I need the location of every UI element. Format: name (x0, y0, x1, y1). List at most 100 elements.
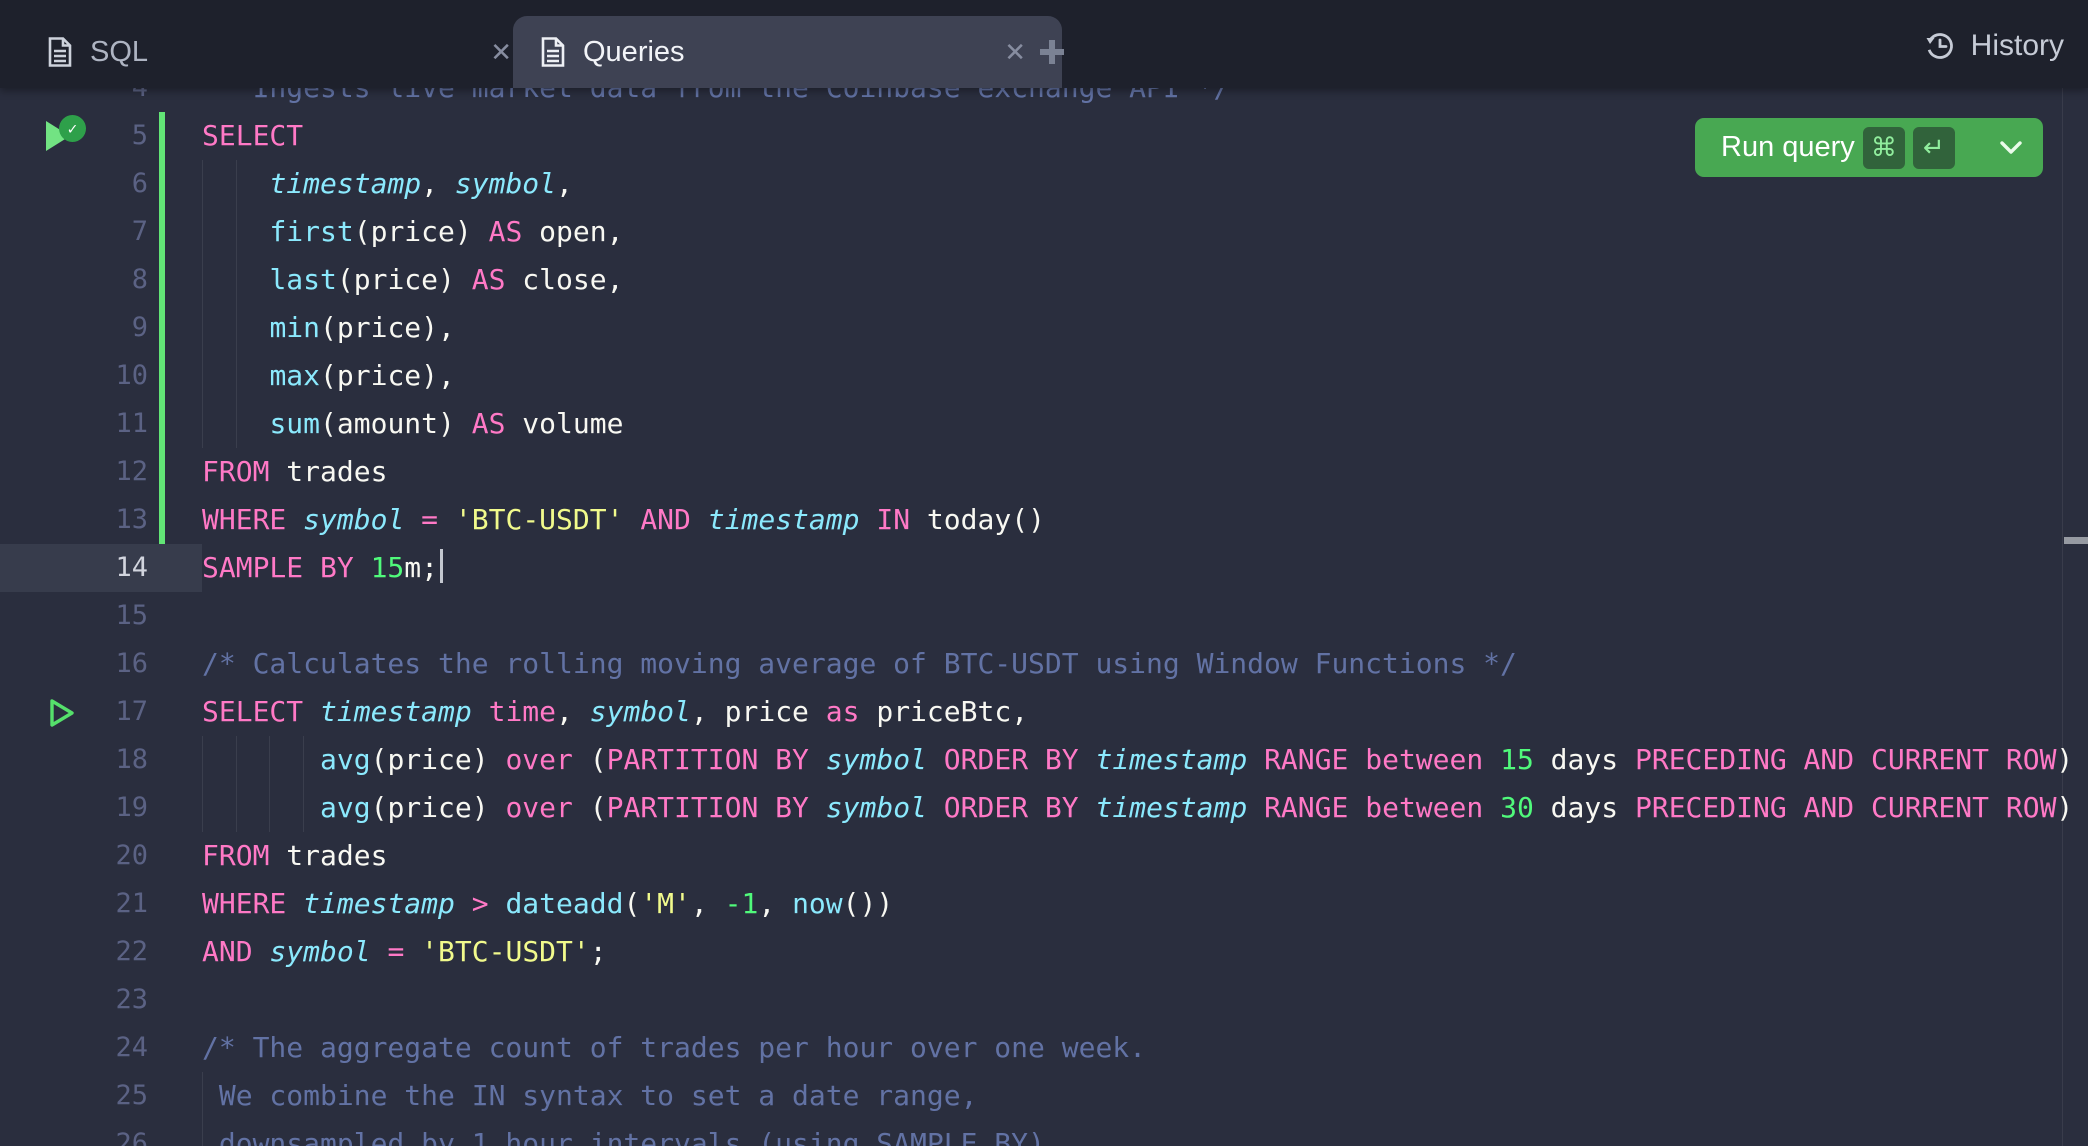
indent-guide (202, 400, 203, 448)
code-line-10[interactable]: 10 max(price), (0, 352, 2088, 400)
line-number: 17 (0, 688, 148, 736)
line-number: 20 (0, 832, 148, 880)
line-number: 9 (0, 304, 148, 352)
line-number: 8 (0, 256, 148, 304)
line-number: 11 (0, 400, 148, 448)
line-number: 7 (0, 208, 148, 256)
run-query-label: Run query (1721, 131, 1855, 164)
code-text: last(price) AS close, (202, 256, 623, 304)
line-number: 12 (0, 448, 148, 496)
code-text: SELECT timestamp time, symbol, price as … (202, 688, 1028, 736)
indent-guide (269, 736, 270, 784)
plus-icon (1039, 39, 1065, 65)
code-text: avg(price) over (PARTITION BY symbol ORD… (202, 784, 2073, 832)
code-line-12[interactable]: 12 FROM trades (0, 448, 2088, 496)
line-number: 13 (0, 496, 148, 544)
document-icon (48, 37, 72, 67)
code-text: SELECT (202, 112, 303, 160)
history-button[interactable]: History (1923, 24, 2064, 68)
line-number: 15 (0, 592, 148, 640)
indent-guide (202, 1120, 203, 1146)
indent-guide (236, 784, 237, 832)
questdb-console: 4 Ingests live market data from the Coin… (0, 0, 2088, 1146)
code-line-9[interactable]: 9 min(price), (0, 304, 2088, 352)
code-text: downsampled by 1 hour intervals (using S… (202, 1120, 1045, 1146)
indent-guide (202, 352, 203, 400)
history-icon (1923, 29, 1957, 63)
tab-queries[interactable]: Queries ✕ (513, 16, 1062, 88)
code-line-26[interactable]: 26 downsampled by 1 hour intervals (usin… (0, 1120, 2088, 1146)
indent-guide (236, 208, 237, 256)
chevron-down-icon[interactable] (1999, 141, 2023, 155)
code-line-22[interactable]: 22 AND symbol = 'BTC-USDT'; (0, 928, 2088, 976)
code-text: timestamp, symbol, (202, 160, 573, 208)
indent-guide (236, 400, 237, 448)
line-number: 5 (0, 112, 148, 160)
code-text: FROM trades (202, 448, 387, 496)
line-number: 19 (0, 784, 148, 832)
line-number: 22 (0, 928, 148, 976)
indent-guide (303, 736, 304, 784)
tab-label: SQL (90, 36, 148, 69)
indent-guide (202, 736, 203, 784)
code-line-14[interactable]: 14 SAMPLE BY 15m; (0, 544, 2088, 592)
code-text: /* The aggregate count of trades per hou… (202, 1024, 1146, 1072)
code-line-24[interactable]: 24 /* The aggregate count of trades per h… (0, 1024, 2088, 1072)
line-number: 23 (0, 976, 148, 1024)
line-number: 21 (0, 880, 148, 928)
enter-key-badge: ↵ (1913, 127, 1955, 169)
cmd-key-badge: ⌘ (1863, 127, 1905, 169)
line-number: 25 (0, 1072, 148, 1120)
code-text: WHERE symbol = 'BTC-USDT' AND timestamp … (202, 496, 1045, 544)
indent-guide (202, 304, 203, 352)
new-tab-button[interactable] (1028, 28, 1076, 76)
indent-guide (202, 1072, 203, 1120)
code-line-8[interactable]: 8 last(price) AS close, (0, 256, 2088, 304)
code-text: /* Calculates the rolling moving average… (202, 640, 1517, 688)
tab-sql[interactable]: SQL ✕ (28, 16, 540, 88)
indent-guide (202, 160, 203, 208)
code-line-19[interactable]: 19 avg(price) over (PARTITION BY symbol … (0, 784, 2088, 832)
code-text: first(price) AS open, (202, 208, 623, 256)
indent-guide (202, 256, 203, 304)
code-text: SAMPLE BY 15m; (202, 544, 443, 592)
run-query-button[interactable]: Run query ⌘ ↵ (1695, 118, 2043, 177)
scrollbar-thumb[interactable] (2064, 537, 2088, 544)
indent-guide (236, 736, 237, 784)
line-number: 26 (0, 1120, 148, 1146)
line-number: 6 (0, 160, 148, 208)
indent-guide (202, 208, 203, 256)
code-line-7[interactable]: 7 first(price) AS open, (0, 208, 2088, 256)
text-cursor (440, 549, 443, 583)
line-number: 14 (0, 544, 148, 592)
code-line-20[interactable]: 20 FROM trades (0, 832, 2088, 880)
line-number: 18 (0, 736, 148, 784)
code-line-25[interactable]: 25 We combine the IN syntax to set a dat… (0, 1072, 2088, 1120)
code-line-16[interactable]: 16 /* Calculates the rolling moving avera… (0, 640, 2088, 688)
line-number: 24 (0, 1024, 148, 1072)
code-line-18[interactable]: 18 avg(price) over (PARTITION BY symbol … (0, 736, 2088, 784)
tab-label: Queries (583, 36, 685, 69)
code-text: avg(price) over (PARTITION BY symbol ORD… (202, 736, 2073, 784)
code-text: min(price), (202, 304, 455, 352)
code-text: AND symbol = 'BTC-USDT'; (202, 928, 607, 976)
code-line-21[interactable]: 21 WHERE timestamp > dateadd('M', -1, now… (0, 880, 2088, 928)
code-text: WHERE timestamp > dateadd('M', -1, now()… (202, 880, 893, 928)
code-text: FROM trades (202, 832, 387, 880)
scrollbar-track[interactable] (2062, 0, 2063, 1146)
indent-guide (236, 160, 237, 208)
code-text: We combine the IN syntax to set a date r… (202, 1072, 977, 1120)
indent-guide (236, 352, 237, 400)
code-line-13[interactable]: 13 WHERE symbol = 'BTC-USDT' AND timestam… (0, 496, 2088, 544)
history-label: History (1971, 29, 2064, 63)
code-line-17[interactable]: 17 SELECT timestamp time, symbol, price a… (0, 688, 2088, 736)
code-line-11[interactable]: 11 sum(amount) AS volume (0, 400, 2088, 448)
code-line-15[interactable]: 15 (0, 592, 2088, 640)
indent-guide (202, 784, 203, 832)
line-number: 16 (0, 640, 148, 688)
tab-bar: SQL ✕ Queries ✕ History (0, 0, 2088, 88)
indent-guide (236, 304, 237, 352)
indent-guide (303, 784, 304, 832)
code-line-23[interactable]: 23 (0, 976, 2088, 1024)
line-number: 10 (0, 352, 148, 400)
